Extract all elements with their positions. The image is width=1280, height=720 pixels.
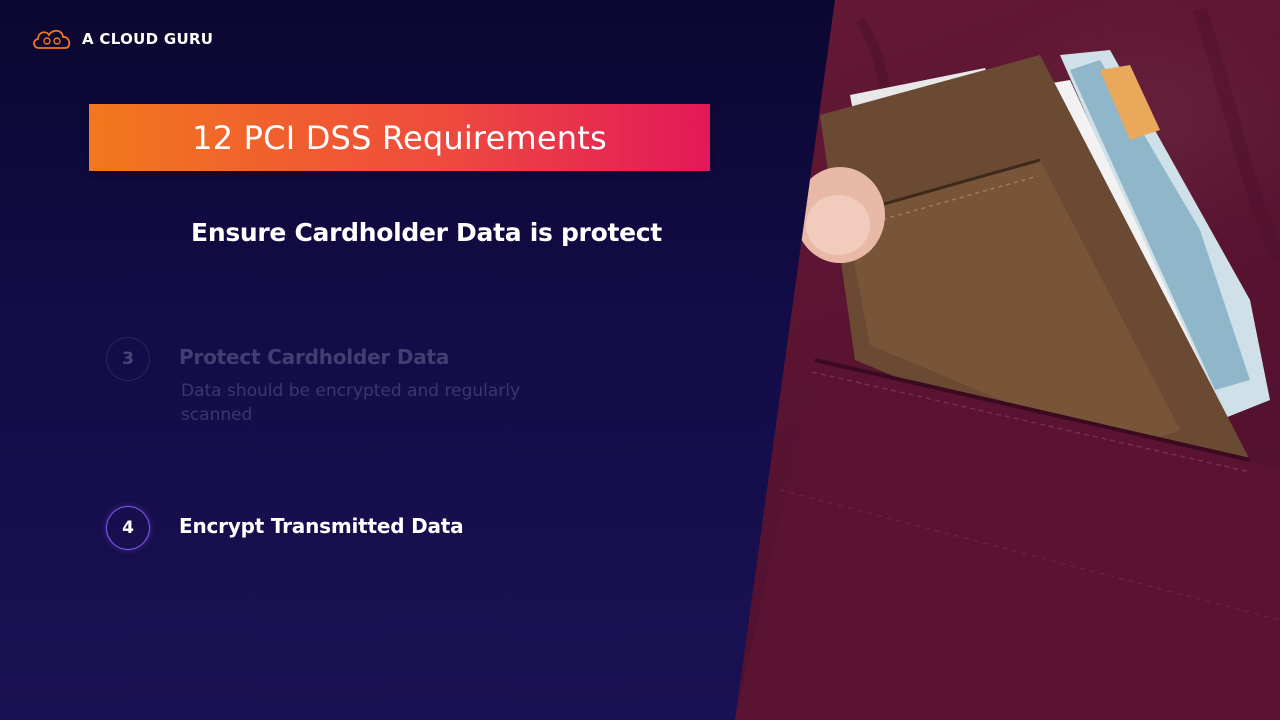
requirement-item-4: 4 Encrypt Transmitted Data <box>106 506 464 550</box>
slide: A CLOUD GURU 12 PCI DSS Requirements Ens… <box>0 0 1280 720</box>
brand-name: A CLOUD GURU <box>82 30 214 48</box>
brand-logo: A CLOUD GURU <box>30 26 213 52</box>
slide-title: 12 PCI DSS Requirements <box>192 118 607 157</box>
requirement-item-3: 3 Protect Cardholder Data Data should be… <box>106 337 571 427</box>
cloud-logo-icon <box>33 29 71 49</box>
slide-subtitle: Ensure Cardholder Data is protect <box>191 218 662 247</box>
title-banner: 12 PCI DSS Requirements <box>89 104 710 171</box>
requirement-title: Encrypt Transmitted Data <box>179 514 464 538</box>
requirement-number-badge: 3 <box>106 337 150 381</box>
requirement-title: Protect Cardholder Data <box>179 345 450 369</box>
requirement-number-badge: 4 <box>106 506 150 550</box>
requirement-description: Data should be encrypted and regularly s… <box>181 381 521 425</box>
